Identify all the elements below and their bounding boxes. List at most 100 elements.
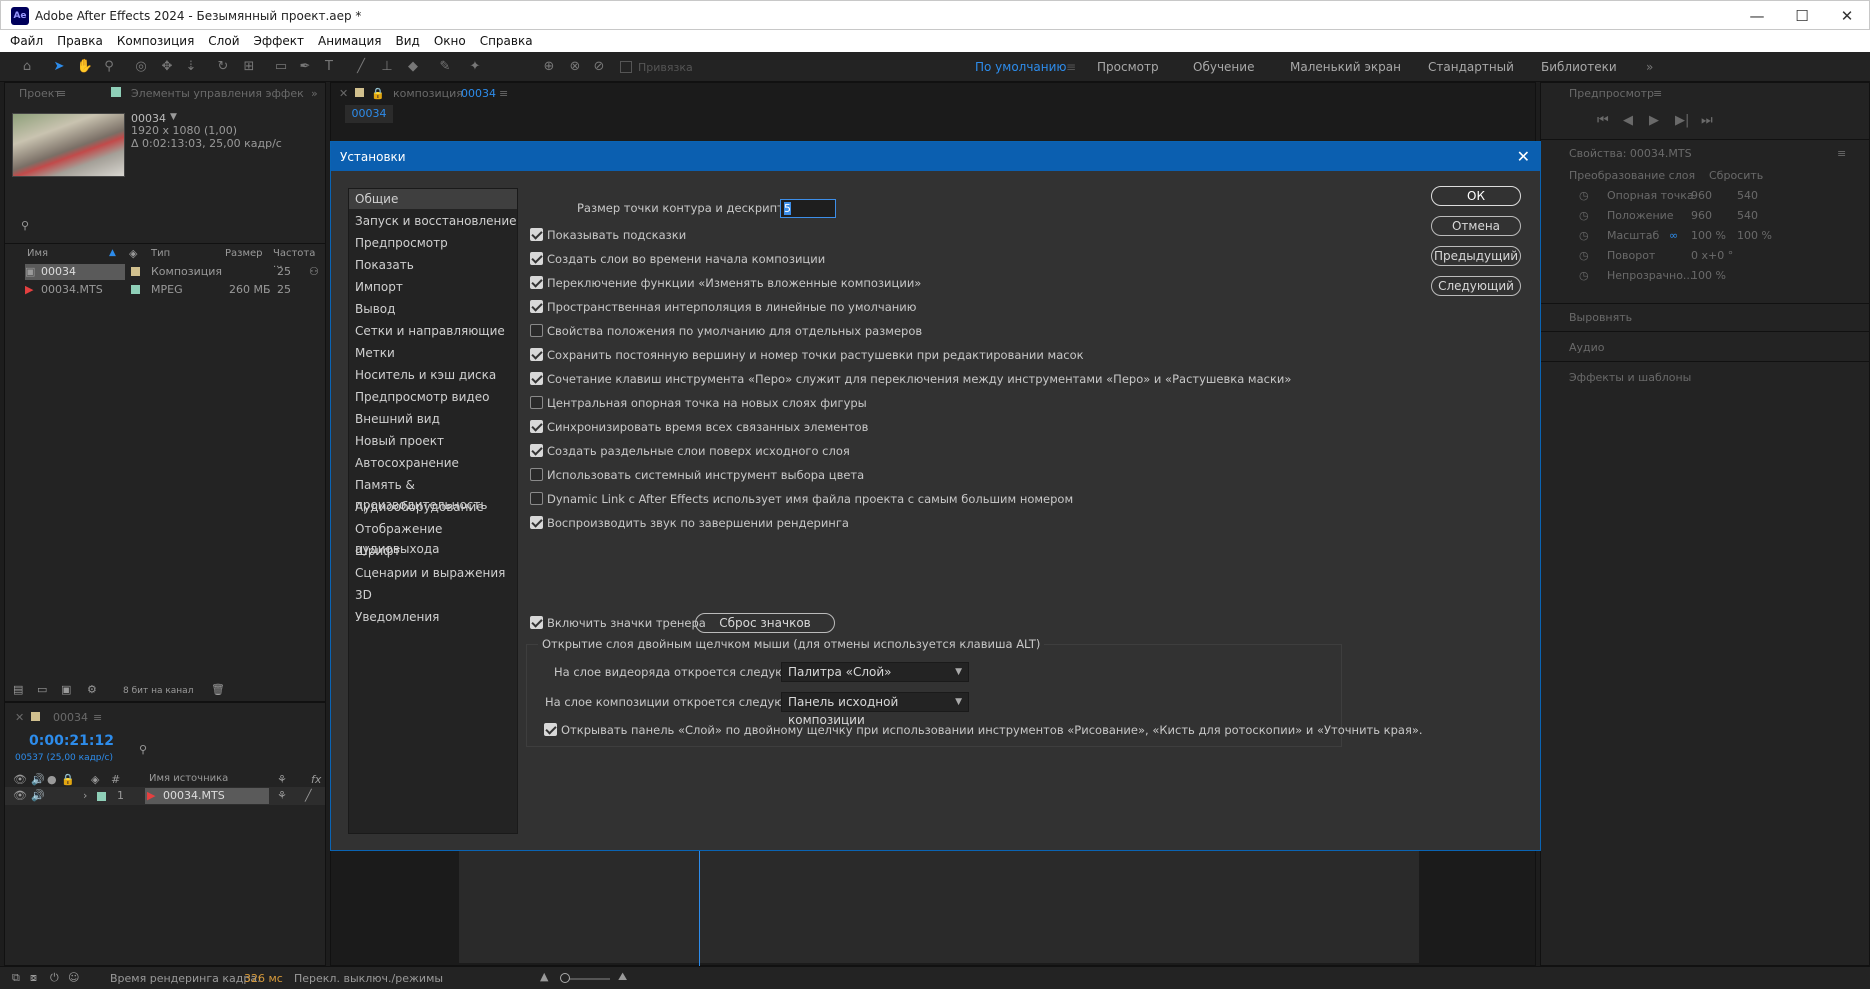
prev-frame-icon[interactable]: ◀ <box>1623 113 1633 128</box>
eraser-tool-icon[interactable]: ◆ <box>404 58 422 76</box>
comp-tab-prefix[interactable]: композиция <box>393 87 463 100</box>
orbit-tool-icon[interactable]: ◎ <box>132 58 150 76</box>
workspace-review[interactable]: Просмотр <box>1097 60 1159 74</box>
sort-asc-icon[interactable]: ▲ <box>109 248 116 258</box>
comp-menu-icon[interactable]: ≡ <box>499 87 508 100</box>
status-icon-1[interactable]: ⧉ <box>12 971 20 985</box>
effects-presets-panel[interactable]: Эффекты и шаблоны <box>1569 371 1691 384</box>
option-checkbox[interactable] <box>530 348 543 361</box>
layer-quality-icon[interactable]: ╱ <box>305 789 312 802</box>
dolly-tool-icon[interactable]: ⇣ <box>182 58 200 76</box>
layer-audio-icon[interactable]: 🔊 <box>31 789 45 802</box>
category-grids-guides[interactable]: Сетки и направляющие <box>349 321 517 341</box>
rotate-tool-icon[interactable]: ↻ <box>214 58 232 76</box>
category-autosave[interactable]: Автосохранение <box>349 453 517 473</box>
table-row-name[interactable]: 00034 <box>41 265 76 278</box>
col-source-name[interactable]: Имя источника <box>149 773 228 784</box>
timeline-close-icon[interactable]: ✕ <box>15 711 24 724</box>
next-button[interactable]: Следующий <box>1431 276 1521 296</box>
home-icon[interactable]: ⌂ <box>18 58 36 76</box>
timeline-tab[interactable]: 00034 <box>53 711 88 724</box>
menu-animation[interactable]: Анимация <box>311 30 388 52</box>
scale-y[interactable]: 100 % <box>1737 229 1772 242</box>
category-notifications[interactable]: Уведомления <box>349 607 517 627</box>
label-col-icon[interactable]: ◈ <box>129 247 137 260</box>
timeline-search-icon[interactable]: ⚲ <box>139 743 147 756</box>
stopwatch-icon[interactable]: ◷ <box>1579 269 1589 282</box>
first-frame-icon[interactable]: ⏮ <box>1597 113 1609 128</box>
expand-chevron-icon[interactable]: › <box>83 789 87 802</box>
option-checkbox[interactable] <box>530 492 543 505</box>
option-checkbox[interactable] <box>530 468 543 481</box>
axis-tool-icon[interactable]: ⊕ <box>540 58 558 76</box>
option-checkbox[interactable] <box>530 420 543 433</box>
category-audio-hardware[interactable]: Аудиооборудование <box>349 497 517 517</box>
pan-tool-icon[interactable]: ✥ <box>158 58 176 76</box>
menu-layer[interactable]: Слой <box>201 30 246 52</box>
clone-tool-icon[interactable]: ⊥ <box>378 58 396 76</box>
workspace-standard[interactable]: Стандартный <box>1428 60 1514 74</box>
brush-tool-icon[interactable]: ╱ <box>352 58 370 76</box>
layer-video-icon[interactable]: 👁 <box>13 789 27 802</box>
category-3d[interactable]: 3D <box>349 585 517 605</box>
category-audio-output[interactable]: Отображение аудиовыхода <box>349 519 517 556</box>
properties-menu-icon[interactable]: ≡ <box>1837 147 1846 160</box>
new-comp-icon[interactable]: ▣ <box>61 683 71 696</box>
delete-icon[interactable]: 🗑 <box>211 683 225 696</box>
category-video-preview[interactable]: Предпросмотр видео <box>349 387 517 407</box>
flowchart-icon[interactable]: ⚇ <box>309 265 319 278</box>
minimize-button[interactable]: — <box>1739 5 1775 27</box>
comp-close-icon[interactable]: ✕ <box>339 87 348 100</box>
option-checkbox[interactable] <box>530 276 543 289</box>
cancel-button[interactable]: Отмена <box>1431 216 1521 236</box>
puppet-tool-icon[interactable]: ✦ <box>466 58 484 76</box>
dialog-close-icon[interactable]: ✕ <box>1517 147 1530 166</box>
audio-panel[interactable]: Аудио <box>1569 341 1605 354</box>
align-panel[interactable]: Выровнять <box>1569 311 1632 324</box>
category-memory[interactable]: Память & производительность <box>349 475 517 512</box>
point-size-input[interactable]: 5 <box>780 199 836 218</box>
workspace-small-screen[interactable]: Маленький экран <box>1290 60 1401 74</box>
category-labels[interactable]: Метки <box>349 343 517 363</box>
lock-icon[interactable]: 🔒 <box>371 87 385 100</box>
workspace-learn[interactable]: Обучение <box>1193 60 1254 74</box>
option-checkbox[interactable] <box>530 300 543 313</box>
maximize-button[interactable]: ☐ <box>1784 5 1820 27</box>
position-x[interactable]: 960 <box>1691 209 1712 222</box>
comp-open-select[interactable]: Панель исходной композиции ▼ <box>781 692 969 727</box>
category-import[interactable]: Импорт <box>349 277 517 297</box>
preview-menu-icon[interactable]: ≡ <box>1653 87 1662 100</box>
anchor-x[interactable]: 960 <box>1691 189 1712 202</box>
stopwatch-icon[interactable]: ◷ <box>1579 229 1589 242</box>
label-icon[interactable]: ◈ <box>91 773 99 786</box>
solo-toggle-icon[interactable]: ● <box>47 773 57 786</box>
option-checkbox[interactable] <box>530 396 543 409</box>
trainer-checkbox[interactable] <box>530 616 543 629</box>
scale-x[interactable]: 100 % <box>1691 229 1726 242</box>
footage-select[interactable]: Палитра «Слой» ▼ <box>781 662 969 682</box>
category-scripting[interactable]: Сценарии и выражения <box>349 563 517 583</box>
anchor-y[interactable]: 540 <box>1737 189 1758 202</box>
menu-edit[interactable]: Правка <box>50 30 110 52</box>
pen-tool-icon[interactable]: ✒ <box>296 58 314 76</box>
category-startup[interactable]: Запуск и восстановление <box>349 211 517 231</box>
option-checkbox[interactable] <box>530 324 543 337</box>
category-general[interactable]: Общие <box>349 189 517 209</box>
table-row-name[interactable]: 00034.MTS <box>41 283 103 296</box>
new-folder-icon[interactable]: ▭ <box>37 683 47 696</box>
world-axis-icon[interactable]: ⊗ <box>566 58 584 76</box>
col-size[interactable]: Размер <box>225 248 263 259</box>
type-tool-icon[interactable]: T <box>320 58 338 76</box>
position-y[interactable]: 540 <box>1737 209 1758 222</box>
previous-button[interactable]: Предыдущий <box>1431 246 1521 266</box>
close-window-button[interactable]: ✕ <box>1829 5 1865 27</box>
preview-tab[interactable]: Предпросмотр <box>1569 87 1654 100</box>
timecode[interactable]: 0:00:21:12 <box>29 733 114 749</box>
rectangle-tool-icon[interactable]: ▭ <box>272 58 290 76</box>
link-icon[interactable]: ∞ <box>1669 229 1678 242</box>
workspace-default[interactable]: По умолчанию <box>975 60 1067 74</box>
lock-toggle-icon[interactable]: 🔒 <box>61 773 75 786</box>
menu-help[interactable]: Справка <box>473 30 540 52</box>
category-appearance[interactable]: Внешний вид <box>349 409 517 429</box>
roto-tool-icon[interactable]: ✎ <box>436 58 454 76</box>
